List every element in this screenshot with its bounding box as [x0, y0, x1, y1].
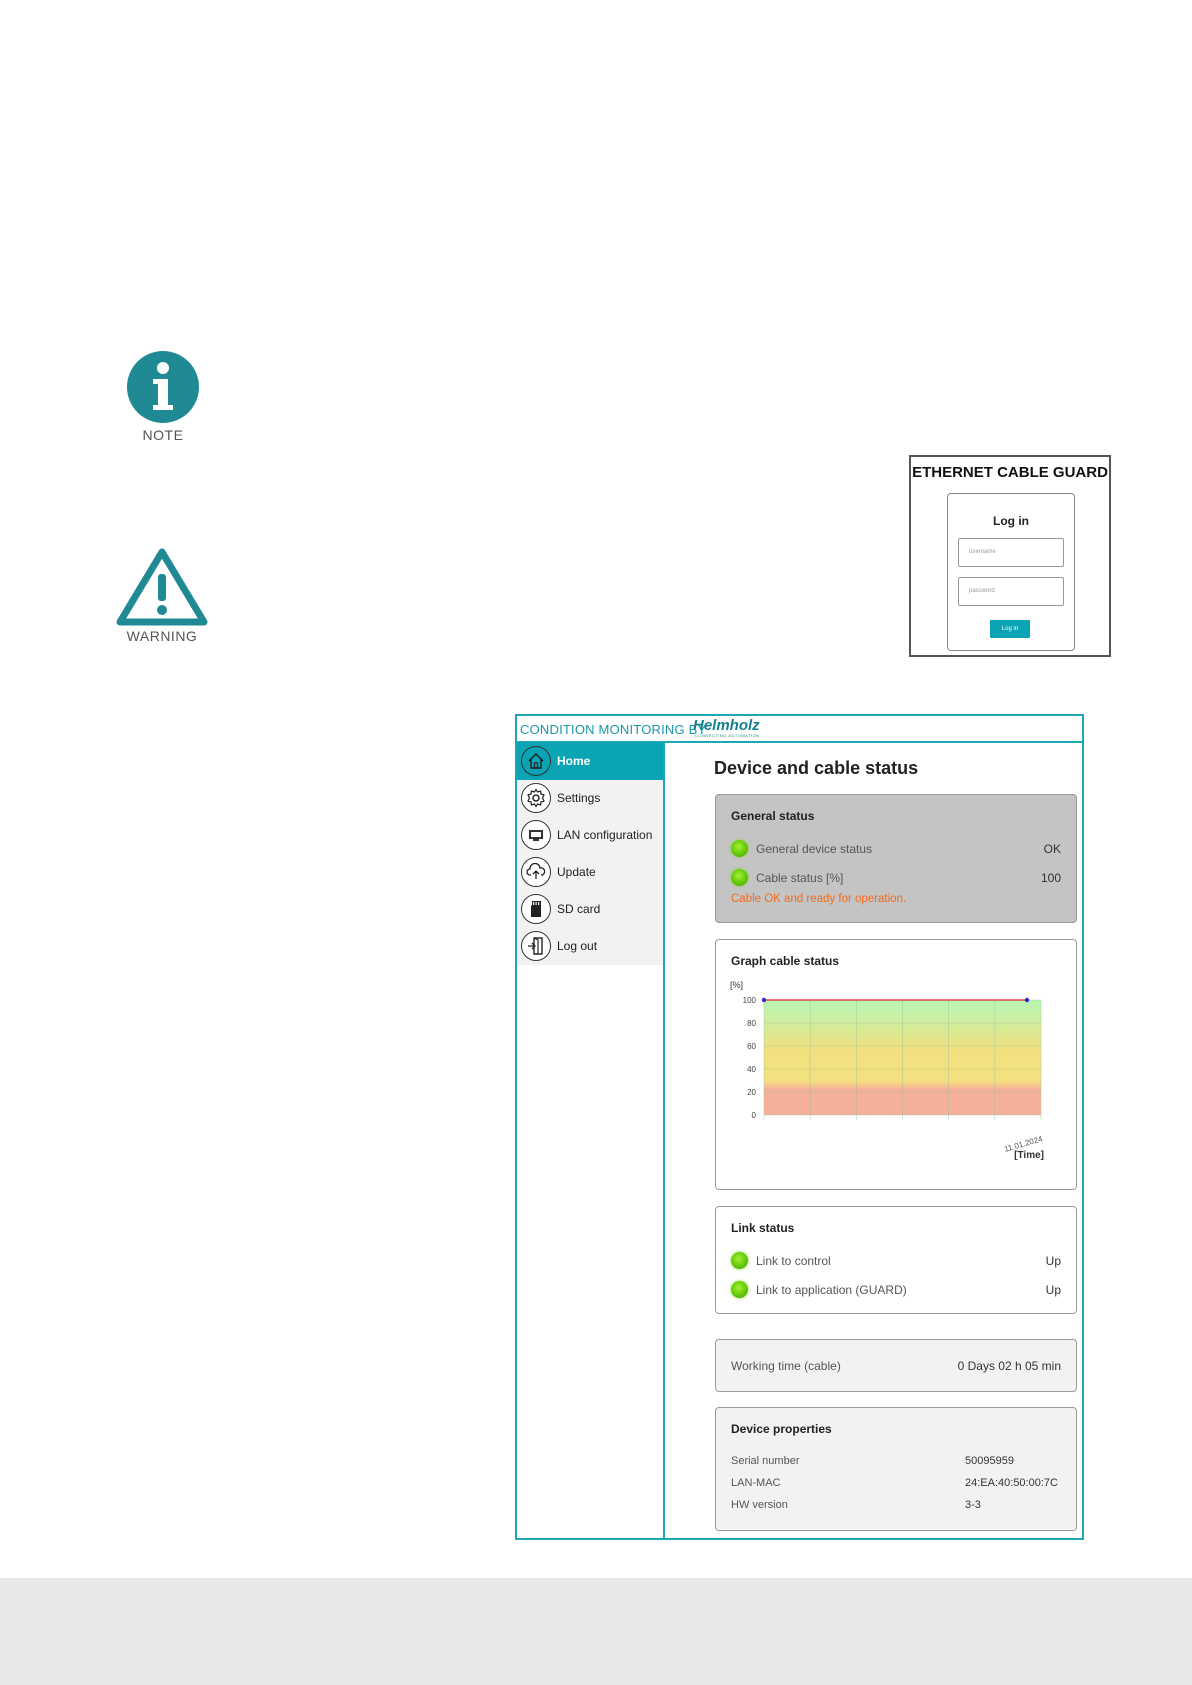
status-row: Link to control Up — [731, 1252, 1061, 1270]
chart-y-tick-label: 0 — [752, 1111, 757, 1120]
nav-item-lan-configuration[interactable]: LAN configuration — [517, 817, 663, 854]
sd-card-icon — [521, 894, 551, 924]
row-label: Working time (cable) — [731, 1359, 841, 1373]
warning-label: WARNING — [126, 628, 198, 644]
brand-tagline: CONNECTING AUTOMATION — [695, 733, 760, 738]
row-value: Up — [1045, 1254, 1061, 1268]
graph-card: Graph cable status [%] [Time] 0 20 40 60 80 1… — [715, 939, 1077, 1190]
nav-label: Log out — [557, 939, 598, 953]
status-row: General device status OK — [731, 840, 1061, 858]
gear-icon — [521, 783, 551, 813]
chart-y-tick-label: 80 — [747, 1019, 756, 1028]
lan-icon — [521, 820, 551, 850]
general-status-card: General status General device status OK … — [715, 794, 1077, 923]
card-title: Graph cable status — [731, 954, 840, 968]
nav-label: SD card — [557, 902, 601, 916]
status-row: Link to application (GUARD) Up — [731, 1281, 1061, 1299]
note-icon — [126, 350, 200, 424]
row-label: Cable status [%] — [756, 871, 844, 885]
login-screenshot: ETHERNET CABLE GUARD Log in username pas… — [909, 455, 1111, 657]
row-value: 50095959 — [965, 1455, 1014, 1467]
login-panel: Log in username password Log in — [947, 493, 1075, 651]
row-label: LAN-MAC — [731, 1477, 781, 1489]
chart-y-tick-label: 60 — [747, 1042, 756, 1051]
app-header: CONDITION MONITORING BY Helmholz CONNECT… — [517, 716, 1082, 743]
property-row: Serial number 50095959 — [731, 1453, 1061, 1471]
status-row: Cable status [%] 100 — [731, 869, 1061, 887]
nav-item-log-out[interactable]: Log out — [517, 928, 663, 965]
nav-label: Update — [557, 865, 596, 879]
password-input[interactable]: password — [958, 577, 1064, 606]
product-title: ETHERNET CABLE GUARD — [912, 464, 1108, 481]
login-button[interactable]: Log in — [990, 620, 1030, 638]
property-row: HW version 3-3 — [731, 1497, 1061, 1515]
card-title: Link status — [731, 1221, 795, 1235]
row-label: HW version — [731, 1499, 788, 1511]
link-status-card: Link status Link to control Up Link to a… — [715, 1206, 1077, 1314]
chart-y-tick-label: 40 — [747, 1065, 756, 1074]
working-time-card: Working time (cable) 0 Days 02 h 05 min — [715, 1339, 1077, 1392]
working-time-row: Working time (cable) 0 Days 02 h 05 min — [731, 1357, 1061, 1375]
home-icon — [521, 746, 551, 776]
chart-y-tick-label: 20 — [747, 1088, 756, 1097]
chart-data-point — [761, 997, 767, 1003]
username-input[interactable]: username — [958, 538, 1064, 567]
nav-item-sd-card[interactable]: SD card — [517, 891, 663, 928]
status-led-icon — [731, 869, 748, 886]
status-message: Cable OK and ready for operation. — [731, 893, 907, 905]
nav-label: Settings — [557, 791, 601, 805]
helmholz-logo: Helmholz — [693, 717, 760, 734]
row-label: Link to control — [756, 1254, 831, 1268]
card-title: General status — [731, 809, 815, 823]
warning-icon — [116, 546, 208, 628]
row-value: Up — [1045, 1283, 1061, 1297]
nav-label: LAN configuration — [557, 828, 653, 842]
chart-ylabel: [%] — [730, 980, 743, 990]
sidebar: Home Settings LAN configuration Update S… — [517, 743, 665, 1538]
property-row: LAN-MAC 24:EA:40:50:00:7C — [731, 1475, 1061, 1493]
chart-xlabel: [Time] — [1014, 1150, 1044, 1161]
chart-data-point — [1024, 997, 1030, 1003]
row-value: OK — [1043, 842, 1061, 856]
row-value: 3-3 — [965, 1499, 981, 1511]
status-led-icon — [731, 1252, 748, 1269]
nav-item-update[interactable]: Update — [517, 854, 663, 891]
chart-svg: [%] [Time] 02040608010011.01.2024 — [730, 980, 1044, 1161]
logout-icon — [521, 931, 551, 961]
page-title: Device and cable status — [714, 758, 919, 778]
cable-status-chart: [%] [Time] 0 20 40 60 80 100 11.01.2024 — [724, 976, 1069, 1186]
brand-text: CONDITION MONITORING BY — [520, 722, 707, 737]
chart-y-tick-label: 100 — [743, 996, 757, 1005]
status-led-icon — [731, 840, 748, 857]
row-label: Link to application (GUARD) — [756, 1283, 907, 1297]
login-heading: Log in — [993, 514, 1029, 528]
nav-item-home[interactable]: Home — [517, 743, 663, 780]
row-label: General device status — [756, 842, 873, 856]
note-label: NOTE — [142, 427, 184, 443]
card-title: Device properties — [731, 1422, 832, 1436]
row-value: 0 Days 02 h 05 min — [957, 1359, 1061, 1373]
row-value: 24:EA:40:50:00:7C — [965, 1477, 1058, 1489]
device-properties-card: Device properties Serial number 50095959… — [715, 1407, 1077, 1531]
row-value: 100 — [1040, 871, 1061, 885]
cloud-upload-icon — [521, 857, 551, 887]
row-label: Serial number — [731, 1455, 800, 1467]
status-led-icon — [731, 1281, 748, 1298]
nav-item-settings[interactable]: Settings — [517, 780, 663, 817]
footer-band — [0, 1578, 1192, 1685]
web-interface-screenshot: CONDITION MONITORING BY Helmholz CONNECT… — [515, 714, 1084, 1540]
nav-label: Home — [557, 754, 591, 768]
